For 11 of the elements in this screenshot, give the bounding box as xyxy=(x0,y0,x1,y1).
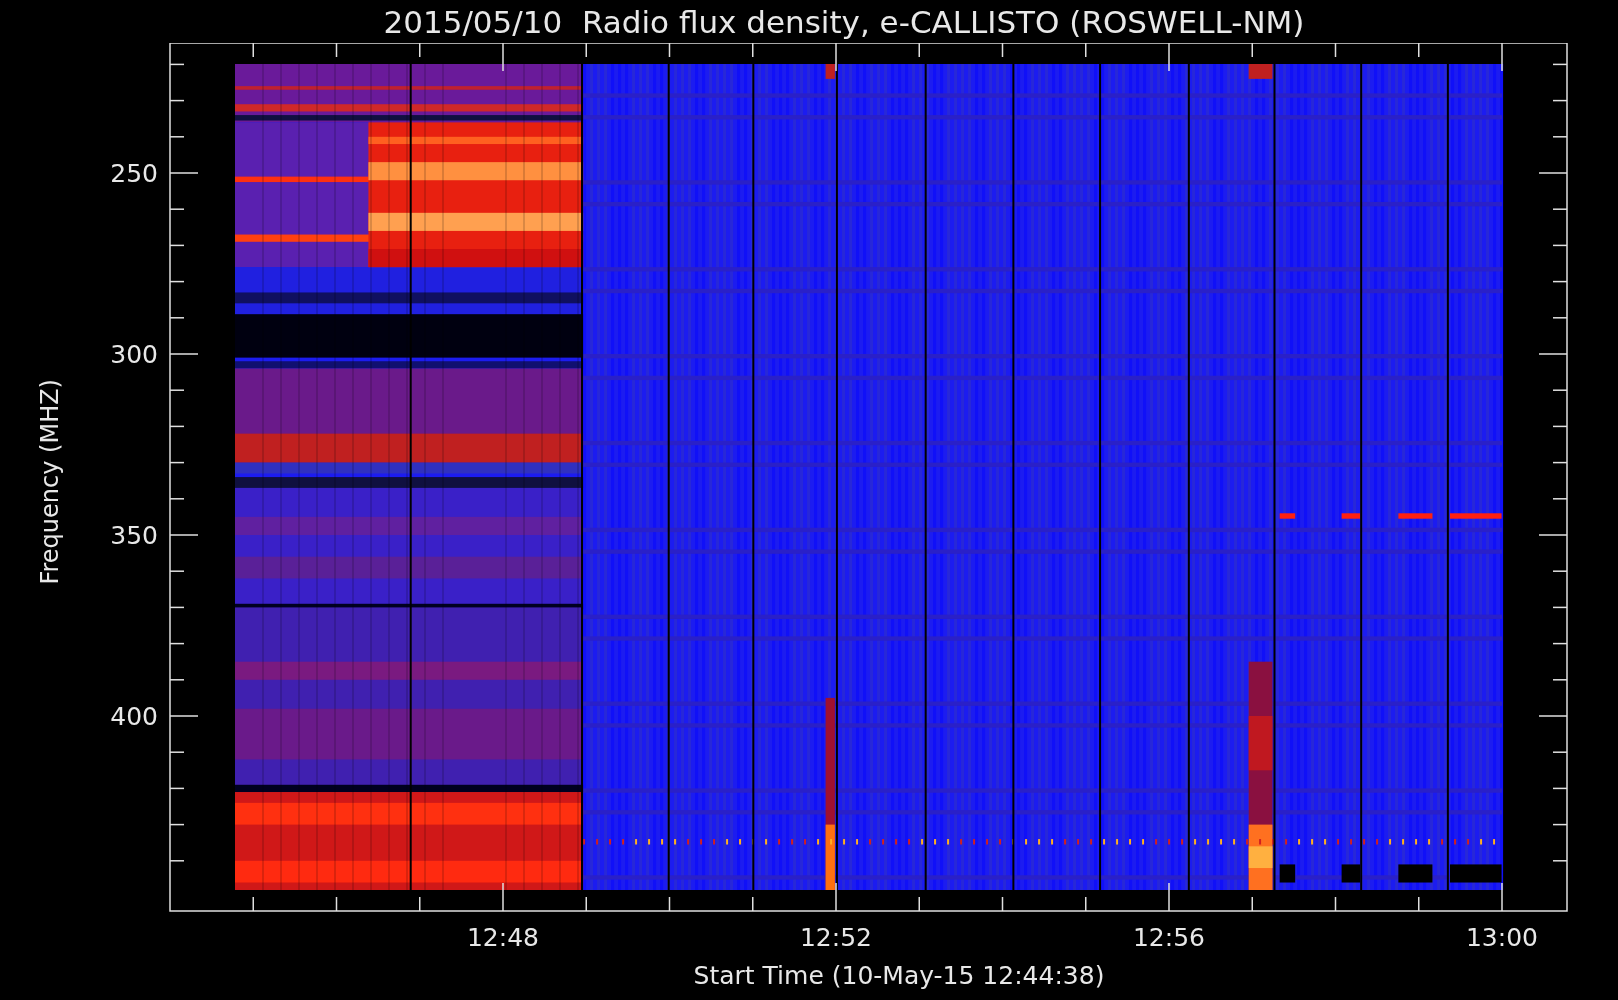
x-tick-label: 13:00 xyxy=(1466,923,1538,952)
y-tick-label: 400 xyxy=(110,702,158,731)
chart-title: 2015/05/10 Radio flux density, e-CALLISTO (ROSWELL-NM) xyxy=(383,3,1305,40)
x-tick-label: 12:48 xyxy=(467,923,539,952)
x-axis-label: Start Time (10-May-15 12:44:38) xyxy=(693,961,1105,990)
y-tick-label: 250 xyxy=(110,159,158,188)
y-tick-label: 300 xyxy=(110,340,158,369)
y-axis-label: Frequency (MHZ) xyxy=(36,379,64,585)
y-tick-label: 350 xyxy=(110,521,158,550)
x-tick-label: 12:52 xyxy=(800,923,872,952)
x-tick-label: 12:56 xyxy=(1133,923,1205,952)
